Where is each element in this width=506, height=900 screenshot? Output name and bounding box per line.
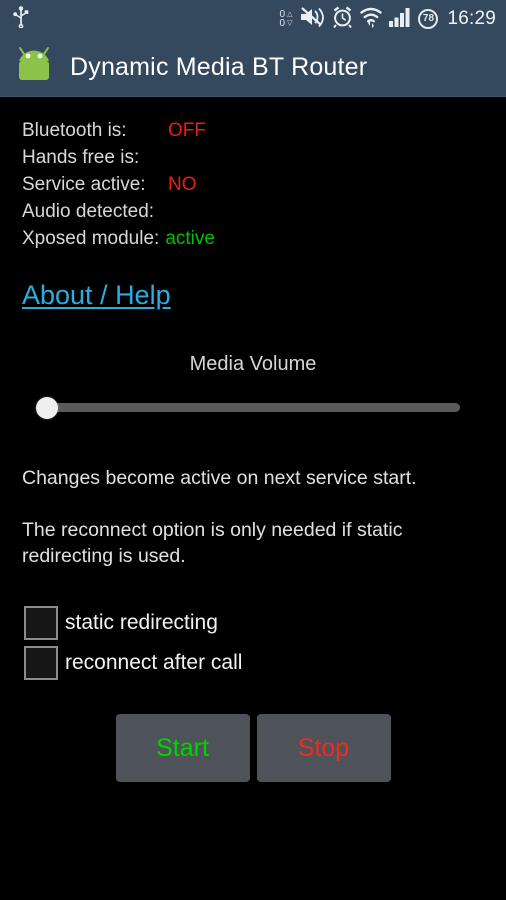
checkbox-static-redirecting[interactable]: [24, 606, 58, 640]
status-value-xposed-module: active: [165, 228, 215, 249]
option-reconnect-after-call[interactable]: reconnect after call: [24, 643, 506, 683]
alarm-clock-icon: [332, 6, 353, 33]
cellular-signal-icon: [389, 7, 411, 32]
status-label-service-active: Service active:: [22, 174, 146, 195]
checkbox-label-static-redirecting: static redirecting: [65, 611, 218, 634]
media-volume-track[interactable]: [47, 403, 460, 412]
status-row-service-active: Service active: NO: [22, 174, 506, 201]
media-volume-label: Media Volume: [189, 353, 317, 375]
main-content: Bluetooth is: OFF Hands free is: Service…: [0, 98, 506, 900]
data-down-count: 0: [279, 18, 286, 29]
status-readout-list: Bluetooth is: OFF Hands free is: Service…: [0, 120, 506, 255]
options-list: static redirecting reconnect after call: [0, 603, 506, 683]
status-label-xposed-module: Xposed module:: [22, 228, 160, 249]
start-button[interactable]: Start: [115, 714, 250, 782]
data-down-caret-icon: ▽: [287, 20, 293, 27]
status-row-bluetooth: Bluetooth is: OFF: [22, 120, 506, 147]
status-bar-right-icons: 0 0 △ ▽ 78 16:29: [280, 6, 497, 33]
status-value-service-active: NO: [168, 174, 197, 195]
battery-percent-badge: 78: [418, 9, 439, 29]
android-robot-icon: [16, 45, 54, 90]
about-help-link[interactable]: About / Help: [22, 280, 171, 311]
status-bar-clock: 16:29: [447, 8, 496, 29]
status-label-hands-free: Hands free is:: [22, 147, 140, 168]
data-transfer-indicator: 0 0 △ ▽: [279, 10, 293, 29]
app-title-bar: Dynamic Media BT Router: [0, 38, 506, 97]
system-status-bar: 0 0 △ ▽ 78 16:29: [0, 0, 506, 38]
status-label-audio-detected: Audio detected:: [22, 201, 155, 222]
status-row-hands-free: Hands free is:: [22, 147, 506, 174]
status-bar-left-icons: [12, 5, 30, 33]
usb-icon: [12, 5, 30, 33]
media-volume-slider[interactable]: [36, 391, 460, 425]
media-volume-thumb[interactable]: [36, 397, 58, 419]
status-value-bluetooth: OFF: [168, 120, 206, 141]
action-button-row: Start Stop: [0, 714, 506, 782]
status-label-bluetooth: Bluetooth is:: [22, 120, 127, 141]
stop-button[interactable]: Stop: [256, 714, 391, 782]
status-row-xposed-module: Xposed module: active: [22, 228, 506, 255]
status-row-audio-detected: Audio detected:: [22, 201, 506, 228]
page-title: Dynamic Media BT Router: [70, 52, 368, 81]
checkbox-label-reconnect-after-call: reconnect after call: [65, 651, 243, 674]
app-root: 0 0 △ ▽ 78 16:29 Dynamic Media BT Router…: [0, 0, 506, 900]
option-static-redirecting[interactable]: static redirecting: [24, 603, 506, 643]
info-text-reconnect-note: The reconnect option is only needed if s…: [22, 519, 403, 567]
wifi-icon: [360, 6, 383, 33]
data-up-caret-icon: △: [287, 11, 293, 18]
volume-muted-icon: [299, 6, 325, 33]
info-text-service-restart: Changes become active on next service st…: [22, 467, 417, 489]
checkbox-reconnect-after-call[interactable]: [24, 646, 58, 680]
battery-percent-value: 78: [422, 13, 435, 24]
